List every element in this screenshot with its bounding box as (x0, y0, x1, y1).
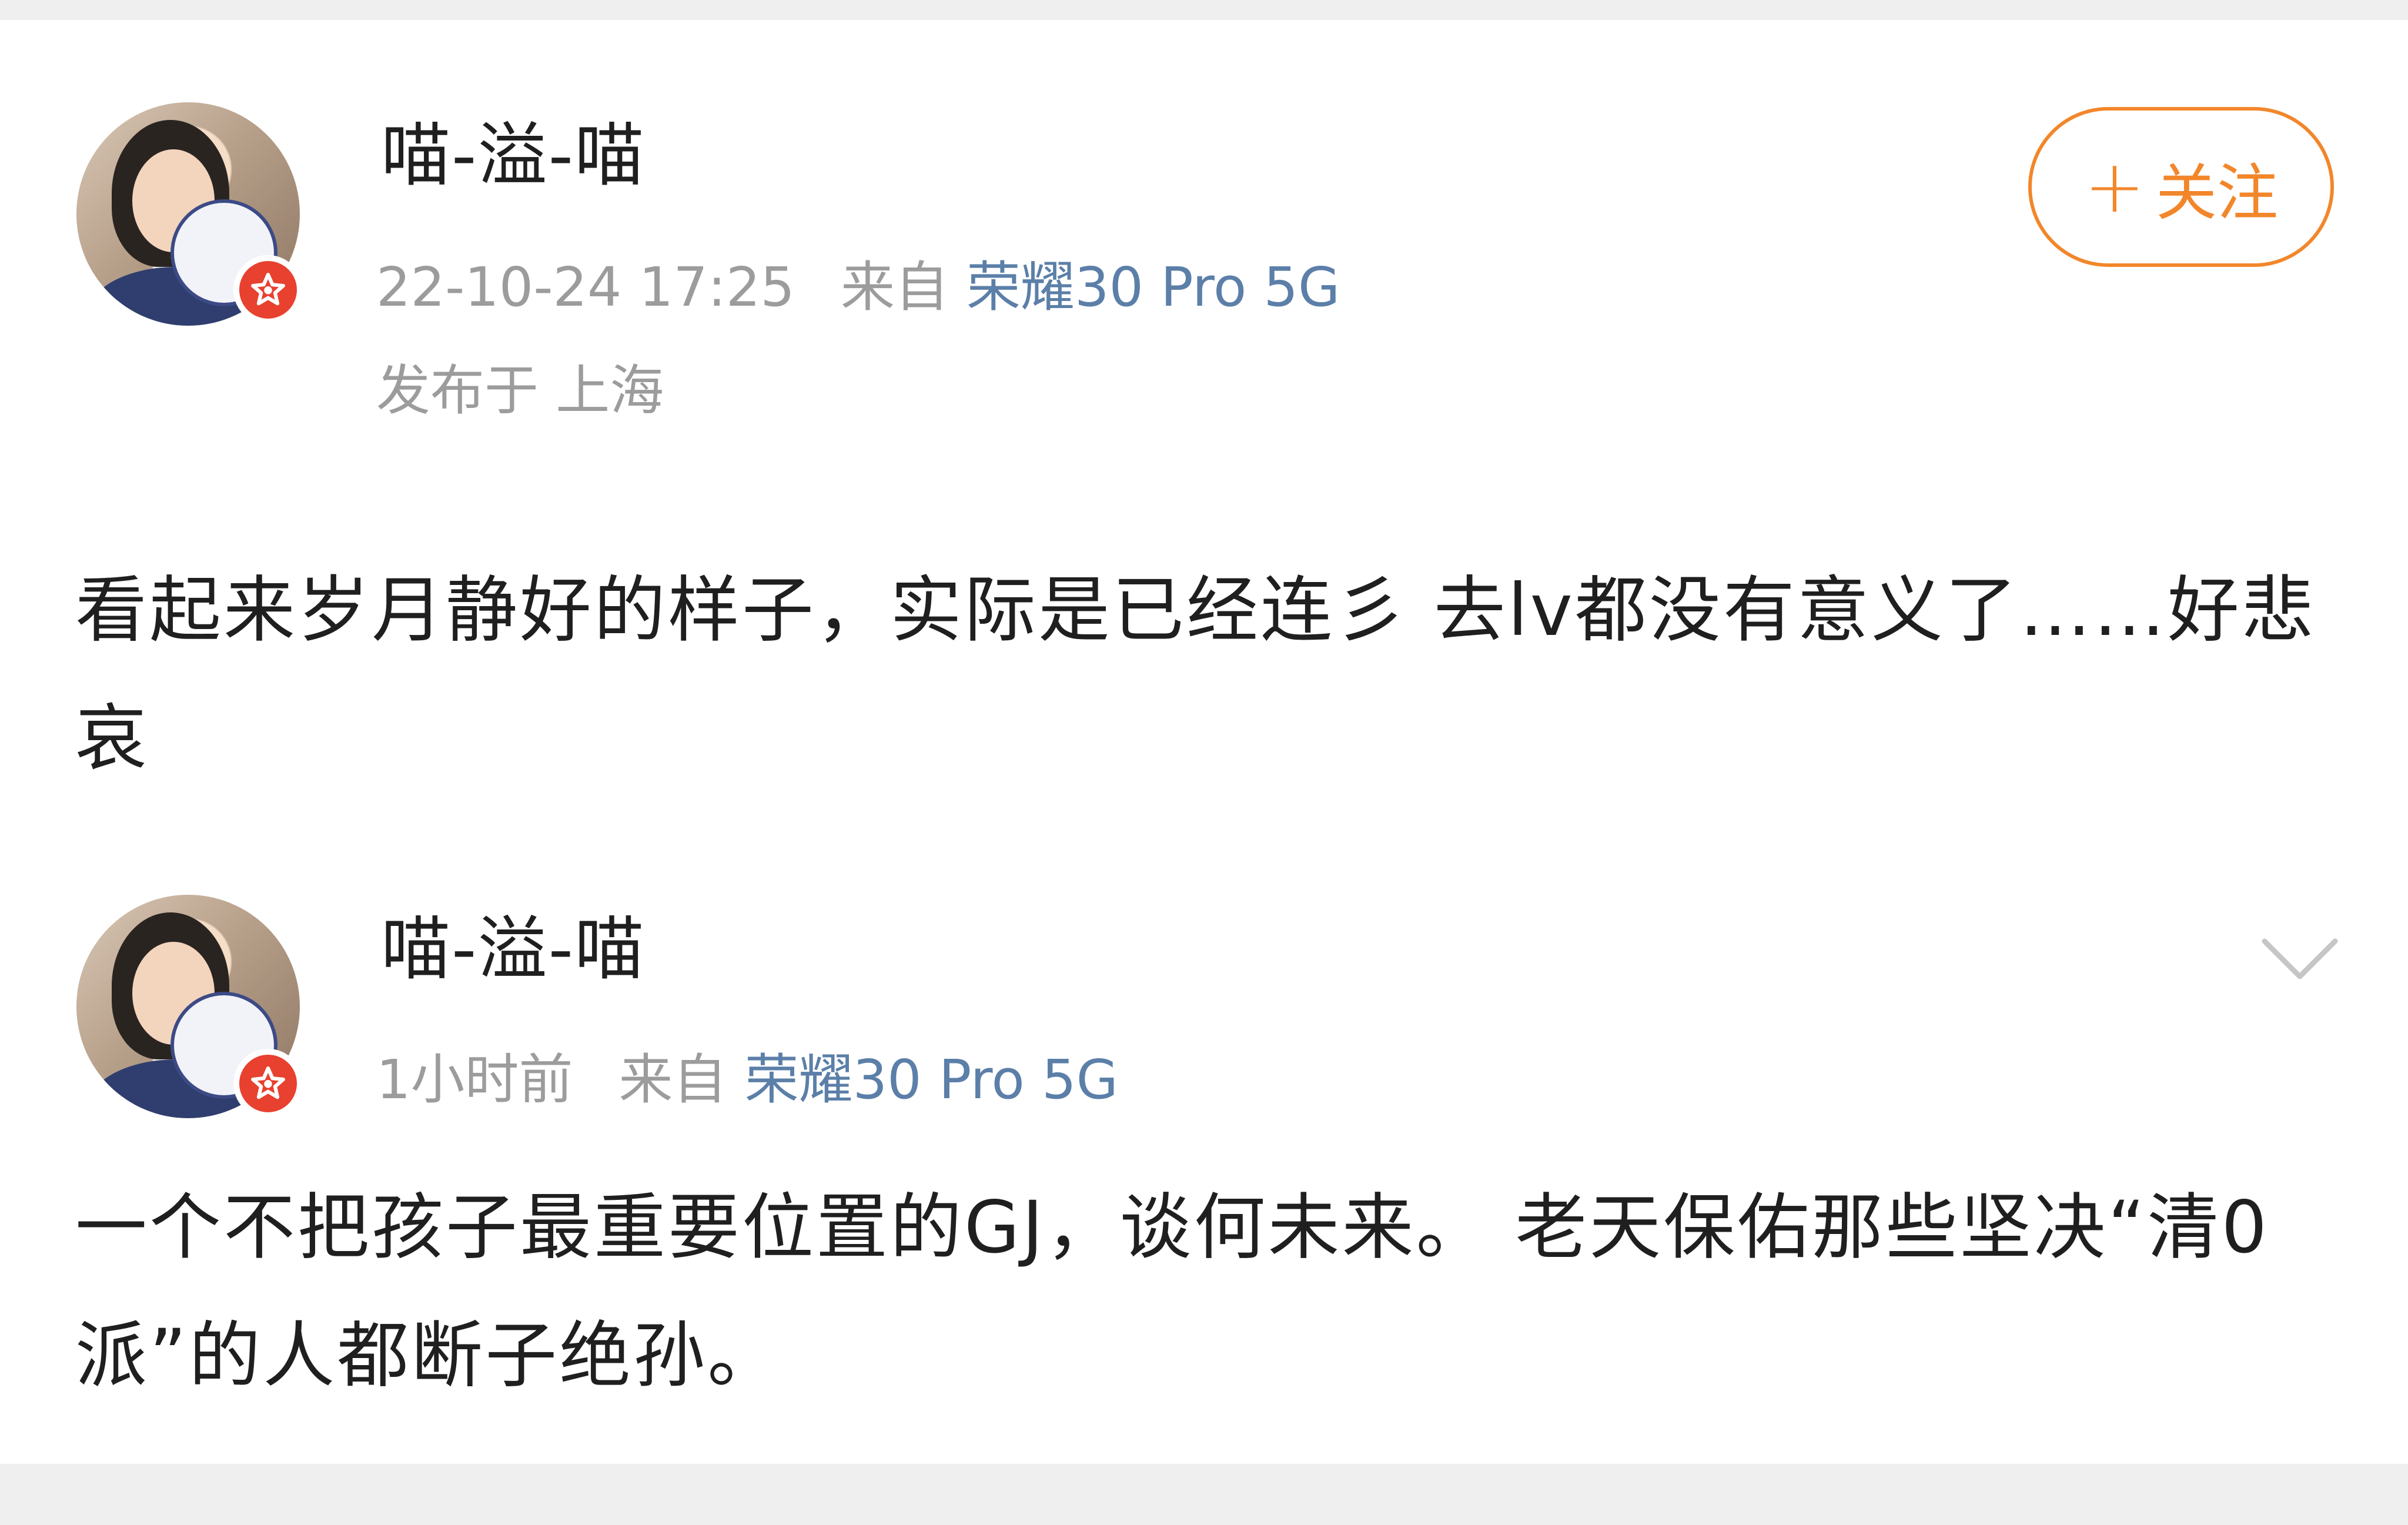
post-from-label: 来自 (840, 256, 949, 319)
star-icon (251, 273, 285, 306)
follow-label: 关注 (2155, 156, 2278, 229)
star-icon (251, 1066, 285, 1099)
verified-badge-icon (233, 255, 303, 325)
post-meta: 22-10-24 17:25 来自 荣耀30 Pro 5G (376, 255, 1340, 320)
plus-icon: + (2084, 145, 2145, 229)
comment-timestamp: 1小时前 (376, 1048, 573, 1111)
comment-verified-badge-icon (233, 1049, 303, 1118)
comment-from-label: 来自 (618, 1048, 727, 1111)
weibo-post-card: 喵-溢-喵 22-10-24 17:25 来自 荣耀30 Pro 5G 发布于 上海… (0, 20, 2408, 1464)
post-location: 发布于 上海 (376, 359, 664, 422)
comment-username[interactable]: 喵-溢-喵 (381, 908, 645, 990)
comment-device-link[interactable]: 荣耀30 Pro 5G (745, 1048, 1118, 1111)
post-timestamp: 22-10-24 17:25 (376, 256, 795, 319)
follow-button[interactable]: + 关注 (2028, 107, 2334, 267)
post-text: 看起来岁月静好的样子，实际是已经连彡 去lv都没有意义了……好悲哀 (75, 568, 2316, 780)
comment-text: 一个不把孩子最重要位置的GJ，谈何未来。 老天保佑那些坚决“清0派”的人都断子绝… (75, 1186, 2270, 1397)
chevron-down-icon[interactable] (2259, 934, 2341, 987)
comment-meta: 1小时前 来自 荣耀30 Pro 5G (376, 1048, 1118, 1112)
post-username[interactable]: 喵-溢-喵 (381, 114, 645, 196)
post-device-link[interactable]: 荣耀30 Pro 5G (966, 256, 1340, 319)
